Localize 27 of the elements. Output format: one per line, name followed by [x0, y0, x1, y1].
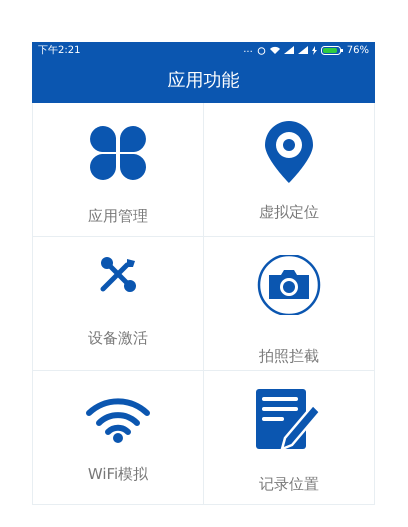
signal-icon [298, 46, 308, 54]
feature-tile[interactable]: 记录位置 [204, 371, 375, 505]
tools-icon [99, 257, 137, 293]
status-time: 下午2:21 [38, 44, 80, 58]
charging-icon [312, 46, 317, 54]
feature-label: 记录位置 [259, 477, 319, 492]
page-title: 应用功能 [168, 69, 240, 93]
feature-tile[interactable]: 虚拟定位 [204, 103, 375, 237]
location-pin-icon [265, 121, 313, 183]
alarm-icon [256, 46, 266, 54]
feature-label: WiFi模拟 [88, 467, 148, 482]
clover-icon [89, 125, 147, 181]
wifi-icon [270, 46, 280, 54]
battery-percent: 76% [346, 44, 369, 58]
feature-label: 拍照拦截 [259, 349, 319, 364]
feature-label: 设备激活 [88, 331, 148, 346]
feature-label: 虚拟定位 [259, 205, 319, 220]
feature-tile[interactable]: WiFi模拟 [33, 371, 204, 505]
feature-tile[interactable]: 设备激活 [33, 237, 204, 371]
more-dots: ... [243, 45, 253, 55]
signal-icon [284, 46, 294, 54]
camera-icon [257, 255, 321, 315]
battery-icon [320, 46, 343, 54]
feature-label: 应用管理 [88, 209, 148, 224]
wifi-icon [85, 397, 151, 443]
feature-tile[interactable]: 拍照拦截 [204, 237, 375, 371]
feature-tile[interactable]: 应用管理 [33, 103, 204, 237]
